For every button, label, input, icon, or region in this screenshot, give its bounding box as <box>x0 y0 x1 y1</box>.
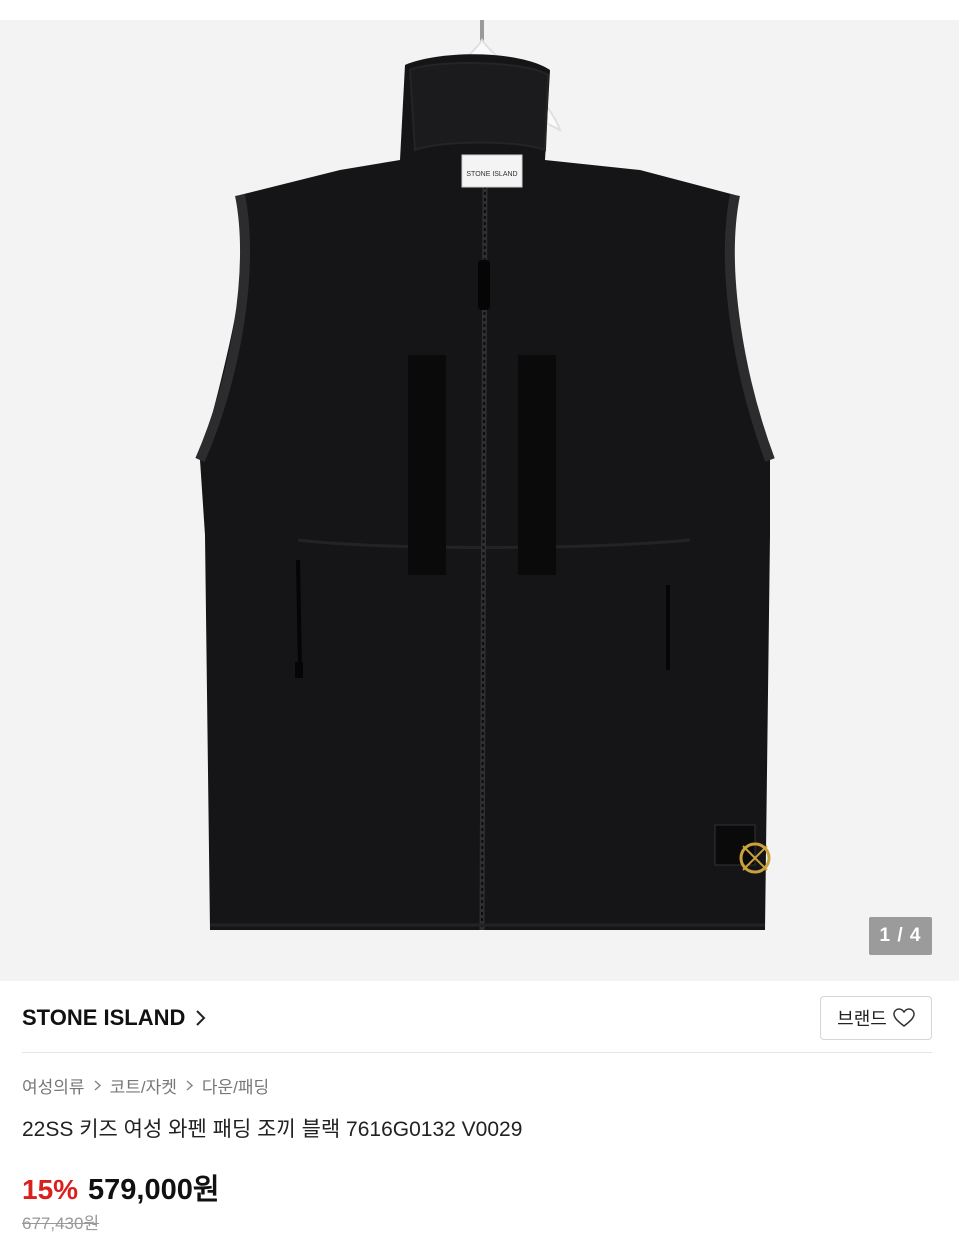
chevron-right-icon <box>94 1079 101 1091</box>
chevron-right-icon <box>186 1079 193 1091</box>
brand-button-label: 브랜드 <box>837 1009 887 1029</box>
vest-body: STONE ISLAND <box>195 54 775 931</box>
brand-row: STONE ISLAND 브랜드 <box>22 990 932 1046</box>
price-row: 15% 579,000원 <box>22 1166 220 1208</box>
heart-outline-icon <box>893 1008 915 1028</box>
brand-favorite-button[interactable]: 브랜드 <box>820 996 932 1040</box>
collar-label-text: STONE ISLAND <box>466 171 517 178</box>
original-price: 677,430원 <box>22 1214 100 1233</box>
brand-name: STONE ISLAND <box>22 1005 186 1030</box>
divider <box>22 1052 932 1053</box>
product-image-gallery[interactable]: STONE ISLAND 1 / 4 <box>0 20 959 981</box>
product-title: 22SS 키즈 여성 와펜 패딩 조끼 블랙 7616G0132 V0029 <box>22 1118 523 1141</box>
breadcrumb-item-type[interactable]: 다운/패딩 <box>202 1073 269 1098</box>
brand-link[interactable]: STONE ISLAND <box>22 1005 207 1031</box>
product-image: STONE ISLAND <box>195 20 775 931</box>
breadcrumb-item-subcategory[interactable]: 코트/자켓 <box>110 1073 177 1098</box>
top-strip <box>0 0 959 20</box>
image-page-indicator: 1 / 4 <box>869 917 932 955</box>
discount-rate: 15% <box>22 1174 79 1205</box>
breadcrumb: 여성의류 코트/자켓 다운/패딩 <box>22 1072 269 1098</box>
sale-price: 579,000원 <box>88 1174 220 1206</box>
breadcrumb-item-category[interactable]: 여성의류 <box>22 1073 85 1098</box>
chevron-right-icon <box>195 1009 207 1027</box>
